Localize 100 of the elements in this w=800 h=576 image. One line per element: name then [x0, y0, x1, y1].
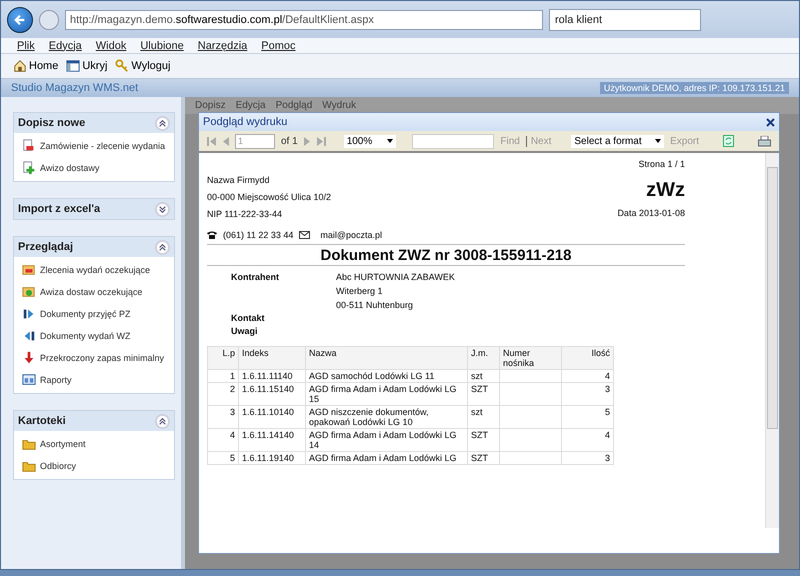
- field-value: 00-511 Nuhtenburg: [336, 300, 414, 310]
- table-cell: AGD firma Adam i Adam Lodówki LG 15: [306, 382, 468, 406]
- user-info: Użytkownik DEMO, adres IP: 109.173.151.21: [600, 82, 789, 94]
- page-count: of 1: [281, 136, 298, 146]
- column-header: Ilość: [562, 346, 614, 370]
- sidebar-item[interactable]: Odbiorcy: [14, 455, 174, 477]
- table-cell: 4: [562, 370, 614, 382]
- menu-item[interactable]: Ulubione: [140, 40, 184, 52]
- company-line: 00-000 Miejscowość Ulica 10/2: [207, 192, 332, 202]
- caret-icon: [387, 139, 394, 143]
- sidebar-item[interactable]: Dokumenty wydań WZ: [14, 325, 174, 347]
- collapse-icon[interactable]: [155, 414, 170, 428]
- dialog-title: Podgląd wydruku: [203, 116, 288, 128]
- back-button[interactable]: [7, 6, 33, 32]
- phone-icon: [207, 231, 217, 239]
- caret-icon: [655, 139, 662, 143]
- mail-icon: [299, 231, 310, 239]
- sidebar-item[interactable]: Raporty: [14, 369, 174, 391]
- phone-number: (061) 11 22 33 44: [223, 230, 294, 240]
- collapse-icon[interactable]: [155, 240, 170, 254]
- sidebar-item[interactable]: Asortyment: [14, 433, 174, 455]
- toolbar-button[interactable]: Wydruk: [322, 100, 356, 111]
- sidebar-item[interactable]: Zlecenia wydań oczekujące: [14, 259, 174, 281]
- panel-title: Dopisz nowe: [18, 117, 86, 129]
- field-label: Kontrahent: [231, 272, 280, 284]
- table-cell: 5: [562, 406, 614, 428]
- expand-icon[interactable]: [155, 202, 170, 216]
- sidebar-item[interactable]: Awiza dostaw oczekujące: [14, 281, 174, 303]
- document-date: Data 2013-01-08: [617, 208, 685, 218]
- toolbar-button[interactable]: Edycja: [236, 100, 266, 111]
- app-title: Studio Magazyn WMS.net: [11, 82, 138, 94]
- refresh-icon[interactable]: [723, 135, 734, 147]
- folder-icon: [22, 437, 36, 451]
- sidebar-item[interactable]: Przekroczony zapas minimalny: [14, 347, 174, 369]
- collapse-icon[interactable]: [155, 116, 170, 130]
- table-cell: [500, 370, 562, 382]
- field-value: Abc HURTOWNIA ZABAWEK: [336, 272, 456, 282]
- close-icon[interactable]: [766, 118, 775, 126]
- table-cell: szt: [468, 406, 500, 428]
- browser-tab[interactable]: rola klient: [549, 8, 701, 30]
- table-cell: 3: [562, 452, 614, 464]
- column-header: Numer nośnika: [500, 346, 562, 370]
- table-cell: AGD firma Adam i Adam Lodówki LG 14: [306, 428, 468, 452]
- sidebar-item[interactable]: Zamówienie - zlecenie wydania: [14, 135, 174, 157]
- previous-page-icon[interactable]: [222, 136, 229, 146]
- menu-item[interactable]: Pomoc: [261, 40, 296, 52]
- toolbar-button[interactable]: Home: [13, 59, 58, 73]
- forward-button[interactable]: [39, 10, 59, 30]
- sidebar-item[interactable]: Dokumenty przyjęć PZ: [14, 303, 174, 325]
- table-cell: 1.6.11.11140: [238, 370, 306, 382]
- table-cell: 1.6.11.15140: [238, 382, 306, 406]
- field-label: Kontakt: [231, 313, 266, 323]
- table-cell: [500, 406, 562, 428]
- table-cell: 1: [208, 370, 238, 382]
- page-label: Strona 1 / 1: [638, 159, 685, 169]
- toolbar-button[interactable]: Podgląd: [276, 100, 312, 111]
- sidebar-item[interactable]: Awizo dostawy: [14, 157, 174, 179]
- folder-icon: [22, 459, 36, 473]
- menu-item[interactable]: Narzędzia: [198, 40, 248, 52]
- zoom-dropdown[interactable]: 100%: [344, 134, 396, 148]
- menu-item[interactable]: Plik: [17, 40, 35, 52]
- table-cell: 1.6.11.14140: [238, 428, 306, 452]
- table-cell: SZT: [468, 382, 500, 406]
- table-cell: 2: [208, 382, 238, 406]
- table-cell: AGD firma Adam i Adam Lodówki LG: [306, 452, 468, 464]
- menu-item[interactable]: Edycja: [48, 40, 82, 52]
- column-header: L.p: [208, 346, 238, 370]
- column-header: J.m.: [468, 346, 500, 370]
- table-cell: 5: [208, 452, 238, 464]
- first-page-icon[interactable]: [207, 136, 216, 146]
- scrollbar[interactable]: [765, 153, 779, 528]
- table-cell: 4: [562, 428, 614, 452]
- table-cell: [500, 452, 562, 464]
- panel-title: Przeglądaj: [18, 241, 74, 253]
- table-cell: 3: [208, 406, 238, 428]
- document-code: zWz: [646, 179, 685, 202]
- table-cell: SZT: [468, 428, 500, 452]
- document-heading: Dokument ZWZ nr 3008-155911-218: [207, 244, 685, 266]
- table-cell: AGD samochód Lodówki LG 11: [306, 370, 468, 382]
- home-icon: [13, 59, 27, 73]
- find-field[interactable]: [412, 134, 494, 148]
- email-address: mail@poczta.pl: [320, 230, 382, 240]
- table-cell: [500, 428, 562, 452]
- toolbar-button[interactable]: Dopisz: [195, 100, 226, 111]
- next-page-icon[interactable]: [304, 136, 311, 146]
- field-value: Witerberg 1: [336, 286, 384, 296]
- table-cell: AGD niszczenie dokumentów, opakowań Lodówki LG 10: [306, 406, 468, 428]
- panel-title: Import z excel'a: [18, 203, 100, 215]
- company-line: Nazwa Firmydd: [207, 175, 271, 185]
- print-icon[interactable]: [758, 136, 771, 146]
- table-cell: 4: [208, 428, 238, 452]
- column-header: Indeks: [238, 346, 306, 370]
- toolbar-button[interactable]: Ukryj: [66, 59, 108, 73]
- table-cell: 1.6.11.19140: [238, 452, 306, 464]
- last-page-icon[interactable]: [316, 136, 326, 146]
- address-field[interactable]: http://magazyn.demo.softwarestudio.com.pl/DefaultKlient.aspx: [65, 10, 543, 30]
- toolbar-button[interactable]: Wyloguj: [115, 59, 170, 73]
- menu-item[interactable]: Widok: [96, 40, 126, 52]
- panel-title: Kartoteki: [18, 415, 66, 427]
- format-dropdown[interactable]: Select a format: [571, 134, 664, 148]
